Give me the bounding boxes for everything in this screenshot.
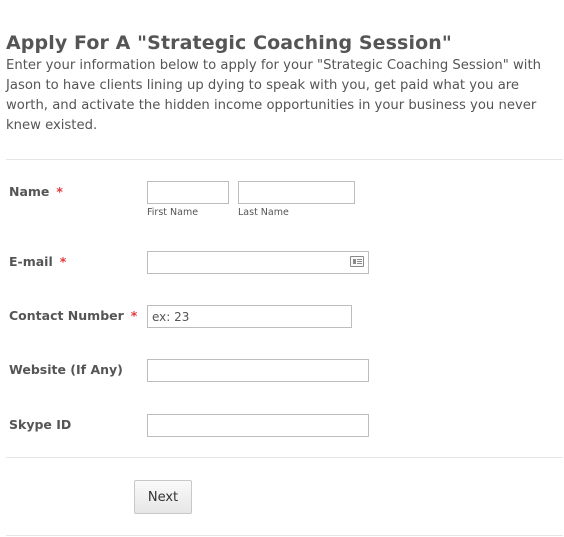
footer-divider xyxy=(6,535,563,536)
email-label: E-mail * xyxy=(9,254,66,269)
form-title: Apply For A "Strategic Coaching Session" xyxy=(6,32,452,54)
last-name-sublabel: Last Name xyxy=(238,207,289,218)
email-required-marker: * xyxy=(59,254,67,269)
next-button[interactable]: Next xyxy=(134,480,192,514)
contact-number-required-marker: * xyxy=(130,308,138,323)
contact-number-input[interactable] xyxy=(147,305,352,328)
last-name-input[interactable] xyxy=(238,181,355,204)
skype-id-label: Skype ID xyxy=(9,417,72,432)
email-input[interactable] xyxy=(147,251,369,274)
website-input[interactable] xyxy=(147,359,369,382)
fields-divider xyxy=(6,457,563,458)
first-name-input[interactable] xyxy=(147,181,229,204)
website-label: Website (If Any) xyxy=(9,362,123,377)
name-label: Name * xyxy=(9,184,63,199)
first-name-sublabel: First Name xyxy=(147,207,199,218)
form-header: Apply For A "Strategic Coaching Session"… xyxy=(6,31,562,136)
form-subtitle: Enter your information below to apply fo… xyxy=(6,58,541,133)
contact-number-label: Contact Number * xyxy=(9,308,137,323)
contact-card-icon xyxy=(350,256,364,267)
skype-id-input[interactable] xyxy=(147,414,369,437)
name-required-marker: * xyxy=(56,184,63,199)
header-divider xyxy=(6,159,563,160)
email-label-text: E-mail xyxy=(9,254,53,269)
contact-number-label-text: Contact Number xyxy=(9,308,124,323)
name-label-text: Name xyxy=(9,184,50,199)
